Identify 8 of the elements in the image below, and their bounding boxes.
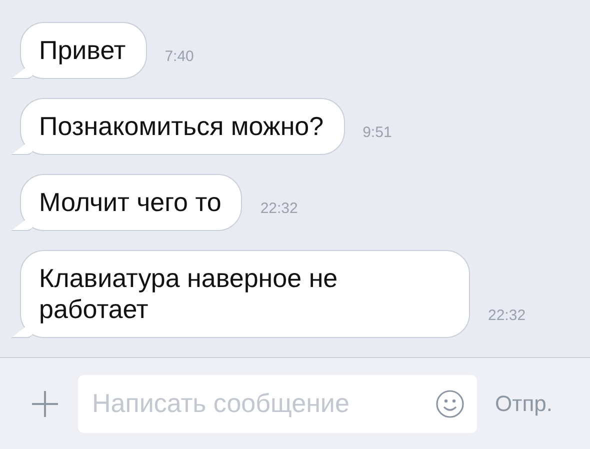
- smiley-icon[interactable]: [435, 388, 465, 418]
- message-time: 7:40: [164, 48, 194, 67]
- send-button[interactable]: Отпр.: [495, 390, 552, 416]
- plus-icon[interactable]: [30, 388, 60, 418]
- message-time: 22:32: [488, 307, 526, 326]
- message-time: 9:51: [362, 124, 392, 143]
- message-input-field[interactable]: Написать сообщение: [78, 374, 477, 432]
- message-time: 22:32: [260, 200, 298, 219]
